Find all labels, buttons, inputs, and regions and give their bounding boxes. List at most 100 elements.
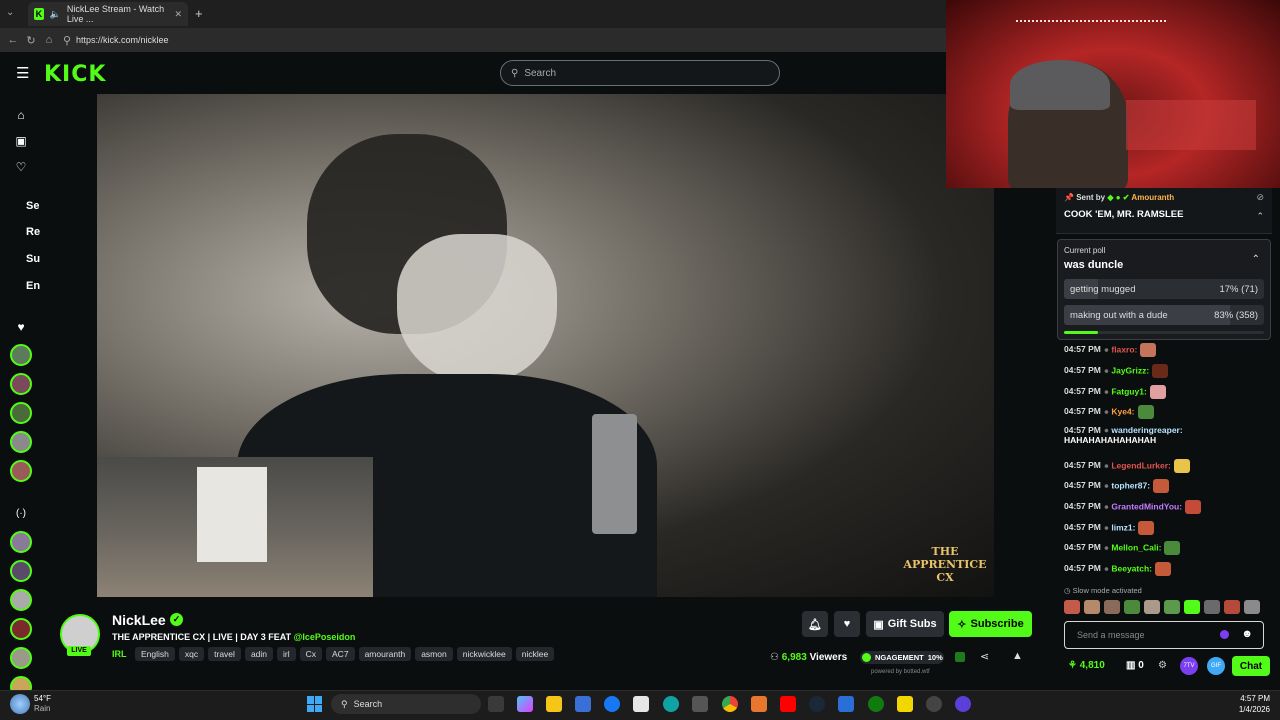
app-icon[interactable] — [955, 696, 971, 712]
xbox-icon[interactable] — [868, 696, 884, 712]
back-arrow-icon[interactable]: ← — [4, 34, 22, 46]
store-icon[interactable] — [575, 696, 591, 712]
emote-icon[interactable] — [1204, 600, 1220, 614]
chat-message[interactable]: 04:57 PM ● flaxro: — [1064, 343, 1157, 357]
emote-icon[interactable] — [1244, 600, 1260, 614]
stream-tag[interactable]: amouranth — [358, 647, 412, 661]
followed-channel-avatar[interactable] — [10, 460, 32, 482]
sidebar-item-label[interactable]: En — [26, 280, 40, 292]
emote-icon[interactable] — [1104, 600, 1120, 614]
notification-bell-icon[interactable]: 🔔︎ — [802, 611, 828, 637]
chat-message[interactable]: 04:57 PM ● topher87: — [1064, 479, 1170, 493]
chat-username[interactable]: Kye4: — [1111, 406, 1134, 416]
chat-message[interactable]: 04:57 PM ● Beeyatch: — [1064, 562, 1171, 576]
system-clock[interactable]: 4:57 PM 1/4/2026 — [1225, 693, 1270, 715]
stream-tag[interactable]: AC7 — [326, 647, 355, 661]
chat-username[interactable]: wanderingreaper: — [1111, 425, 1182, 435]
url-text[interactable]: https://kick.com/nicklee — [76, 35, 169, 45]
stream-tag[interactable]: adin — [244, 647, 274, 661]
chat-message[interactable]: 04:57 PM ● Fatguy1: — [1064, 385, 1166, 399]
poll-collapse-icon[interactable]: ⌃ — [1252, 254, 1260, 265]
sidebar-item-label[interactable]: Su — [26, 253, 40, 265]
chat-username[interactable]: Mellon_Cali: — [1111, 542, 1161, 552]
collapse-chevron-icon[interactable]: ⌃ — [1256, 211, 1264, 222]
taskbar-search[interactable]: ⚲ Search — [331, 694, 481, 714]
new-tab-button[interactable]: + — [195, 6, 203, 21]
channel-points[interactable]: ⚘ 4,810 — [1068, 660, 1105, 671]
emote-icon[interactable] — [1084, 600, 1100, 614]
browse-icon[interactable]: ▣ — [12, 134, 30, 152]
poll-option[interactable]: making out with a dude 83% (358) — [1064, 305, 1264, 325]
stream-tag[interactable]: Cx — [299, 647, 323, 661]
emote-icon[interactable] — [1224, 600, 1240, 614]
reload-icon[interactable]: ↻ — [22, 34, 40, 47]
chat-username[interactable]: LegendLurker: — [1111, 460, 1171, 470]
stream-tag[interactable]: nickwicklee — [456, 647, 512, 661]
stream-tag[interactable]: English — [135, 647, 175, 661]
chat-message[interactable]: 04:57 PM ● GrantedMindYou: — [1064, 500, 1202, 514]
smiley-icon[interactable]: ☻ — [1241, 628, 1253, 640]
chat-username[interactable]: Fatguy1: — [1111, 386, 1146, 396]
steam-icon[interactable] — [809, 696, 825, 712]
chat-message[interactable]: 04:57 PM ● Kye4: — [1064, 405, 1154, 419]
kick-logo[interactable]: KICK — [44, 62, 106, 87]
gif-icon[interactable]: GIF — [1207, 657, 1225, 675]
chat-username[interactable]: flaxro: — [1111, 344, 1137, 354]
search-input[interactable]: ⚲ Search — [500, 60, 780, 86]
chat-username[interactable]: Beeyatch: — [1111, 563, 1152, 573]
chat-username[interactable]: limz1: — [1111, 522, 1135, 532]
recommended-channel-avatar[interactable] — [10, 647, 32, 669]
poll-option[interactable]: getting mugged 17% (71) — [1064, 279, 1264, 299]
stream-tag[interactable]: asmon — [415, 647, 453, 661]
share-icon[interactable]: ⋖ — [980, 650, 989, 663]
chat-message[interactable]: 04:57 PM ● Mellon_Cali: — [1064, 541, 1181, 555]
follow-heart-button[interactable]: ♥ — [834, 611, 860, 637]
edge-icon[interactable] — [663, 696, 679, 712]
emote-icon[interactable] — [1144, 600, 1160, 614]
gift-subs-button[interactable]: ▣ Gift Subs — [866, 611, 944, 637]
subscribe-button[interactable]: ✧ Subscribe — [949, 611, 1032, 637]
sidebar-item-label[interactable]: Re — [26, 226, 40, 238]
chat-settings-gear-icon[interactable]: ⚙ — [1158, 660, 1167, 671]
emote-picker-icon[interactable] — [1220, 630, 1229, 639]
chat-input[interactable]: Send a message ☻ — [1064, 621, 1264, 649]
vlc-icon[interactable] — [751, 696, 767, 712]
recommended-channel-avatar[interactable] — [10, 560, 32, 582]
stream-tag[interactable]: travel — [208, 647, 241, 661]
recommended-channel-avatar[interactable] — [10, 589, 32, 611]
followed-channel-avatar[interactable] — [10, 402, 32, 424]
followed-channel-avatar[interactable] — [10, 373, 32, 395]
unpin-icon[interactable]: ⊘ — [1256, 192, 1264, 203]
windows-start-icon[interactable] — [307, 696, 323, 712]
chrome-icon[interactable] — [722, 696, 738, 712]
youtube-icon[interactable] — [780, 696, 796, 712]
calculator-icon[interactable] — [692, 696, 708, 712]
chat-message[interactable]: 04:57 PM ● JayGrizz: — [1064, 364, 1169, 378]
stream-tag[interactable]: xqc — [178, 647, 205, 661]
sticky-notes-icon[interactable] — [897, 696, 913, 712]
tab-close-icon[interactable]: ✕ — [174, 9, 182, 20]
tab-list-chevron-icon[interactable]: ⌄ — [6, 7, 14, 18]
pinned-message[interactable]: 📌 Sent by ◆ ● ✔ Amouranth ⊘ COOK 'EM, MR… — [1056, 188, 1272, 234]
emote-icon[interactable] — [1164, 600, 1180, 614]
emote-icon[interactable] — [1184, 600, 1200, 614]
7tv-icon[interactable]: 7TV — [1180, 657, 1198, 675]
streamer-name[interactable]: NickLee — [112, 612, 166, 628]
report-warning-icon[interactable]: ▲ — [1012, 650, 1023, 662]
weather-widget[interactable]: 54°F Rain — [34, 694, 51, 714]
chat-username[interactable]: JayGrizz: — [1111, 365, 1149, 375]
site-info-icon[interactable]: ⚲ — [58, 34, 76, 47]
stream-tag[interactable]: nicklee — [515, 647, 555, 661]
chat-username[interactable]: topher87: — [1111, 480, 1150, 490]
home-icon[interactable]: ⌂ — [12, 108, 30, 126]
app-icon[interactable] — [838, 696, 854, 712]
menu-icon[interactable]: ☰ — [16, 64, 29, 82]
home-icon[interactable]: ⌂ — [40, 34, 58, 46]
sidebar-item-label[interactable]: Se — [26, 200, 39, 212]
task-view-icon[interactable] — [488, 696, 504, 712]
recommended-channel-avatar[interactable] — [10, 531, 32, 553]
send-chat-button[interactable]: Chat — [1232, 656, 1270, 676]
obs-icon[interactable] — [926, 696, 942, 712]
gift-count[interactable]: ▥ 0 — [1126, 660, 1144, 671]
engagement-chart-icon[interactable] — [955, 652, 965, 662]
